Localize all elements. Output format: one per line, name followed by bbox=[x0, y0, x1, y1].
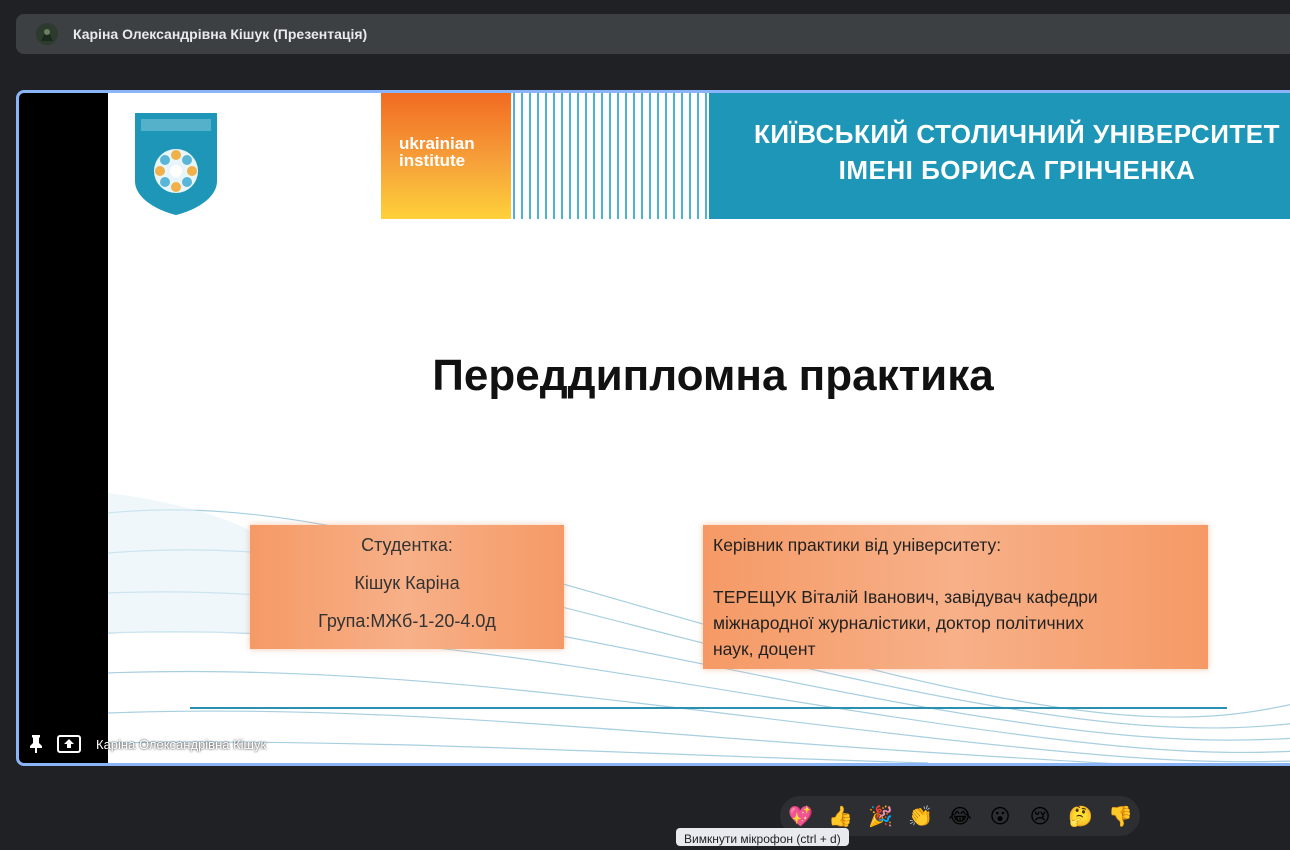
university-name-line-1: КИЇВСЬКИЙ СТОЛИЧНИЙ УНІВЕРСИТЕТ bbox=[753, 119, 1281, 149]
student-name: Кішук Каріна bbox=[354, 573, 460, 593]
slide: ukrainian institute КИЇВСЬКИЙ СТОЛИЧНИЙ … bbox=[108, 93, 1290, 763]
reaction-laugh-icon[interactable]: 😂 bbox=[948, 804, 972, 828]
supervisor-label: Керівник практики від університету: bbox=[713, 535, 1002, 555]
supervisor-line-2: міжнародної журналістики, доктор політич… bbox=[713, 613, 1084, 633]
pin-icon[interactable] bbox=[27, 734, 45, 759]
reaction-heart-icon[interactable]: 💖 bbox=[788, 804, 813, 828]
supervisor-line-3: наук, доцент bbox=[713, 639, 816, 659]
divider-line bbox=[190, 707, 1227, 709]
reaction-sad-icon[interactable]: 😢 bbox=[1028, 804, 1052, 828]
student-info-box: Студентка: Кішук Каріна Група:МЖб-1-20-4… bbox=[250, 525, 564, 649]
student-label: Студентка: bbox=[361, 535, 453, 555]
logo-line-2: institute bbox=[399, 151, 466, 170]
reaction-thumbs-up-icon[interactable]: 👍 bbox=[828, 804, 853, 828]
presenter-name-label: Каріна Олександрівна Кішук bbox=[96, 737, 267, 752]
tile-overlay: Каріна Олександрівна Кішук bbox=[19, 729, 319, 759]
window-title: Каріна Олександрівна Кішук (Презентація) bbox=[73, 26, 368, 42]
ukrainian-institute-logo: ukrainian institute bbox=[381, 93, 511, 219]
slide-title: Переддипломна практика bbox=[432, 351, 994, 400]
reaction-surprised-icon[interactable]: 😮 bbox=[988, 804, 1012, 828]
stripe-decoration bbox=[513, 93, 707, 219]
presenter-avatar bbox=[36, 23, 58, 45]
present-screen-icon[interactable] bbox=[57, 734, 81, 759]
mute-microphone-tooltip: Вимкнути мікрофон (ctrl + d) bbox=[676, 828, 849, 846]
student-group: Група:МЖб-1-20-4.0д bbox=[318, 611, 496, 631]
university-crest-icon bbox=[135, 113, 217, 215]
presentation-stage[interactable]: ukrainian institute КИЇВСЬКИЙ СТОЛИЧНИЙ … bbox=[16, 90, 1290, 766]
presentation-header: Каріна Олександрівна Кішук (Презентація) bbox=[16, 14, 1290, 54]
university-name-line-2: ІМЕНІ БОРИСА ГРІНЧЕНКА bbox=[838, 155, 1196, 185]
reaction-thinking-icon[interactable]: 🤔 bbox=[1068, 804, 1093, 828]
reaction-party-icon[interactable]: 🎉 bbox=[868, 804, 893, 828]
logo-line-1: ukrainian bbox=[399, 134, 475, 153]
university-banner: КИЇВСЬКИЙ СТОЛИЧНИЙ УНІВЕРСИТЕТ ІМЕНІ БО… bbox=[709, 93, 1290, 219]
supervisor-info-box: Керівник практики від університету: ТЕРЕ… bbox=[703, 525, 1208, 669]
reaction-thumbs-down-icon[interactable]: 👎 bbox=[1108, 804, 1133, 828]
supervisor-line-1: ТЕРЕЩУК Віталій Іванович, завідувач кафе… bbox=[713, 587, 1098, 607]
reaction-clap-icon[interactable]: 👏 bbox=[908, 804, 933, 828]
